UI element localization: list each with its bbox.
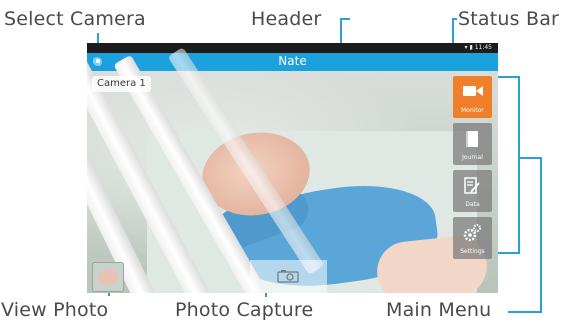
camera-icon [277,270,299,283]
app-header: Nate [87,53,498,71]
header-callout: Header [251,8,322,30]
photo-capture-callout: Photo Capture [175,299,314,321]
photo-capture-button[interactable] [250,260,327,293]
status-icons: ▾ ▮ 11:45 [465,43,492,53]
status-bar-callout: Status Bar [458,8,560,30]
menu-item-data-label: Data [465,201,480,208]
header-title: Nate [278,54,307,68]
video-camera-icon [463,86,483,96]
camera-select-button[interactable]: Camera 1 [92,76,151,92]
book-icon [466,131,478,147]
battery-icon: ▮ [469,44,473,51]
view-photo-button[interactable] [92,262,124,292]
menu-item-data[interactable]: Data [453,170,492,212]
main-menu-connector-bottom [508,311,542,313]
wifi-icon: ▾ [464,44,468,51]
edit-document-icon [464,177,480,194]
status-bar: ▾ ▮ 11:45 [87,43,498,53]
menu-item-settings-label: Settings [460,248,485,255]
gears-icon [463,224,481,242]
menu-item-monitor-label: Monitor [461,107,484,114]
menu-item-journal[interactable]: Journal [453,123,492,165]
main-menu-bracket-top [498,76,520,78]
photo-thumbnail [98,269,118,285]
main-menu-bracket-bottom [498,252,520,254]
main-menu-bracket-side [518,76,520,254]
menu-item-settings[interactable]: Settings [453,217,492,259]
status-time: 11:45 [474,44,492,51]
select-camera-callout: Select Camera [4,8,146,30]
main-menu-connector-horizontal [520,157,542,159]
menu-item-monitor[interactable]: Monitor [453,76,492,118]
main-menu-connector-vertical [540,157,542,313]
menu-item-journal-label: Journal [462,154,483,161]
device-screen: ▾ ▮ 11:45 Nate Camera 1 Monitor Journal … [87,43,498,293]
view-photo-callout: View Photo [1,299,109,321]
main-menu-callout: Main Menu [386,299,492,321]
